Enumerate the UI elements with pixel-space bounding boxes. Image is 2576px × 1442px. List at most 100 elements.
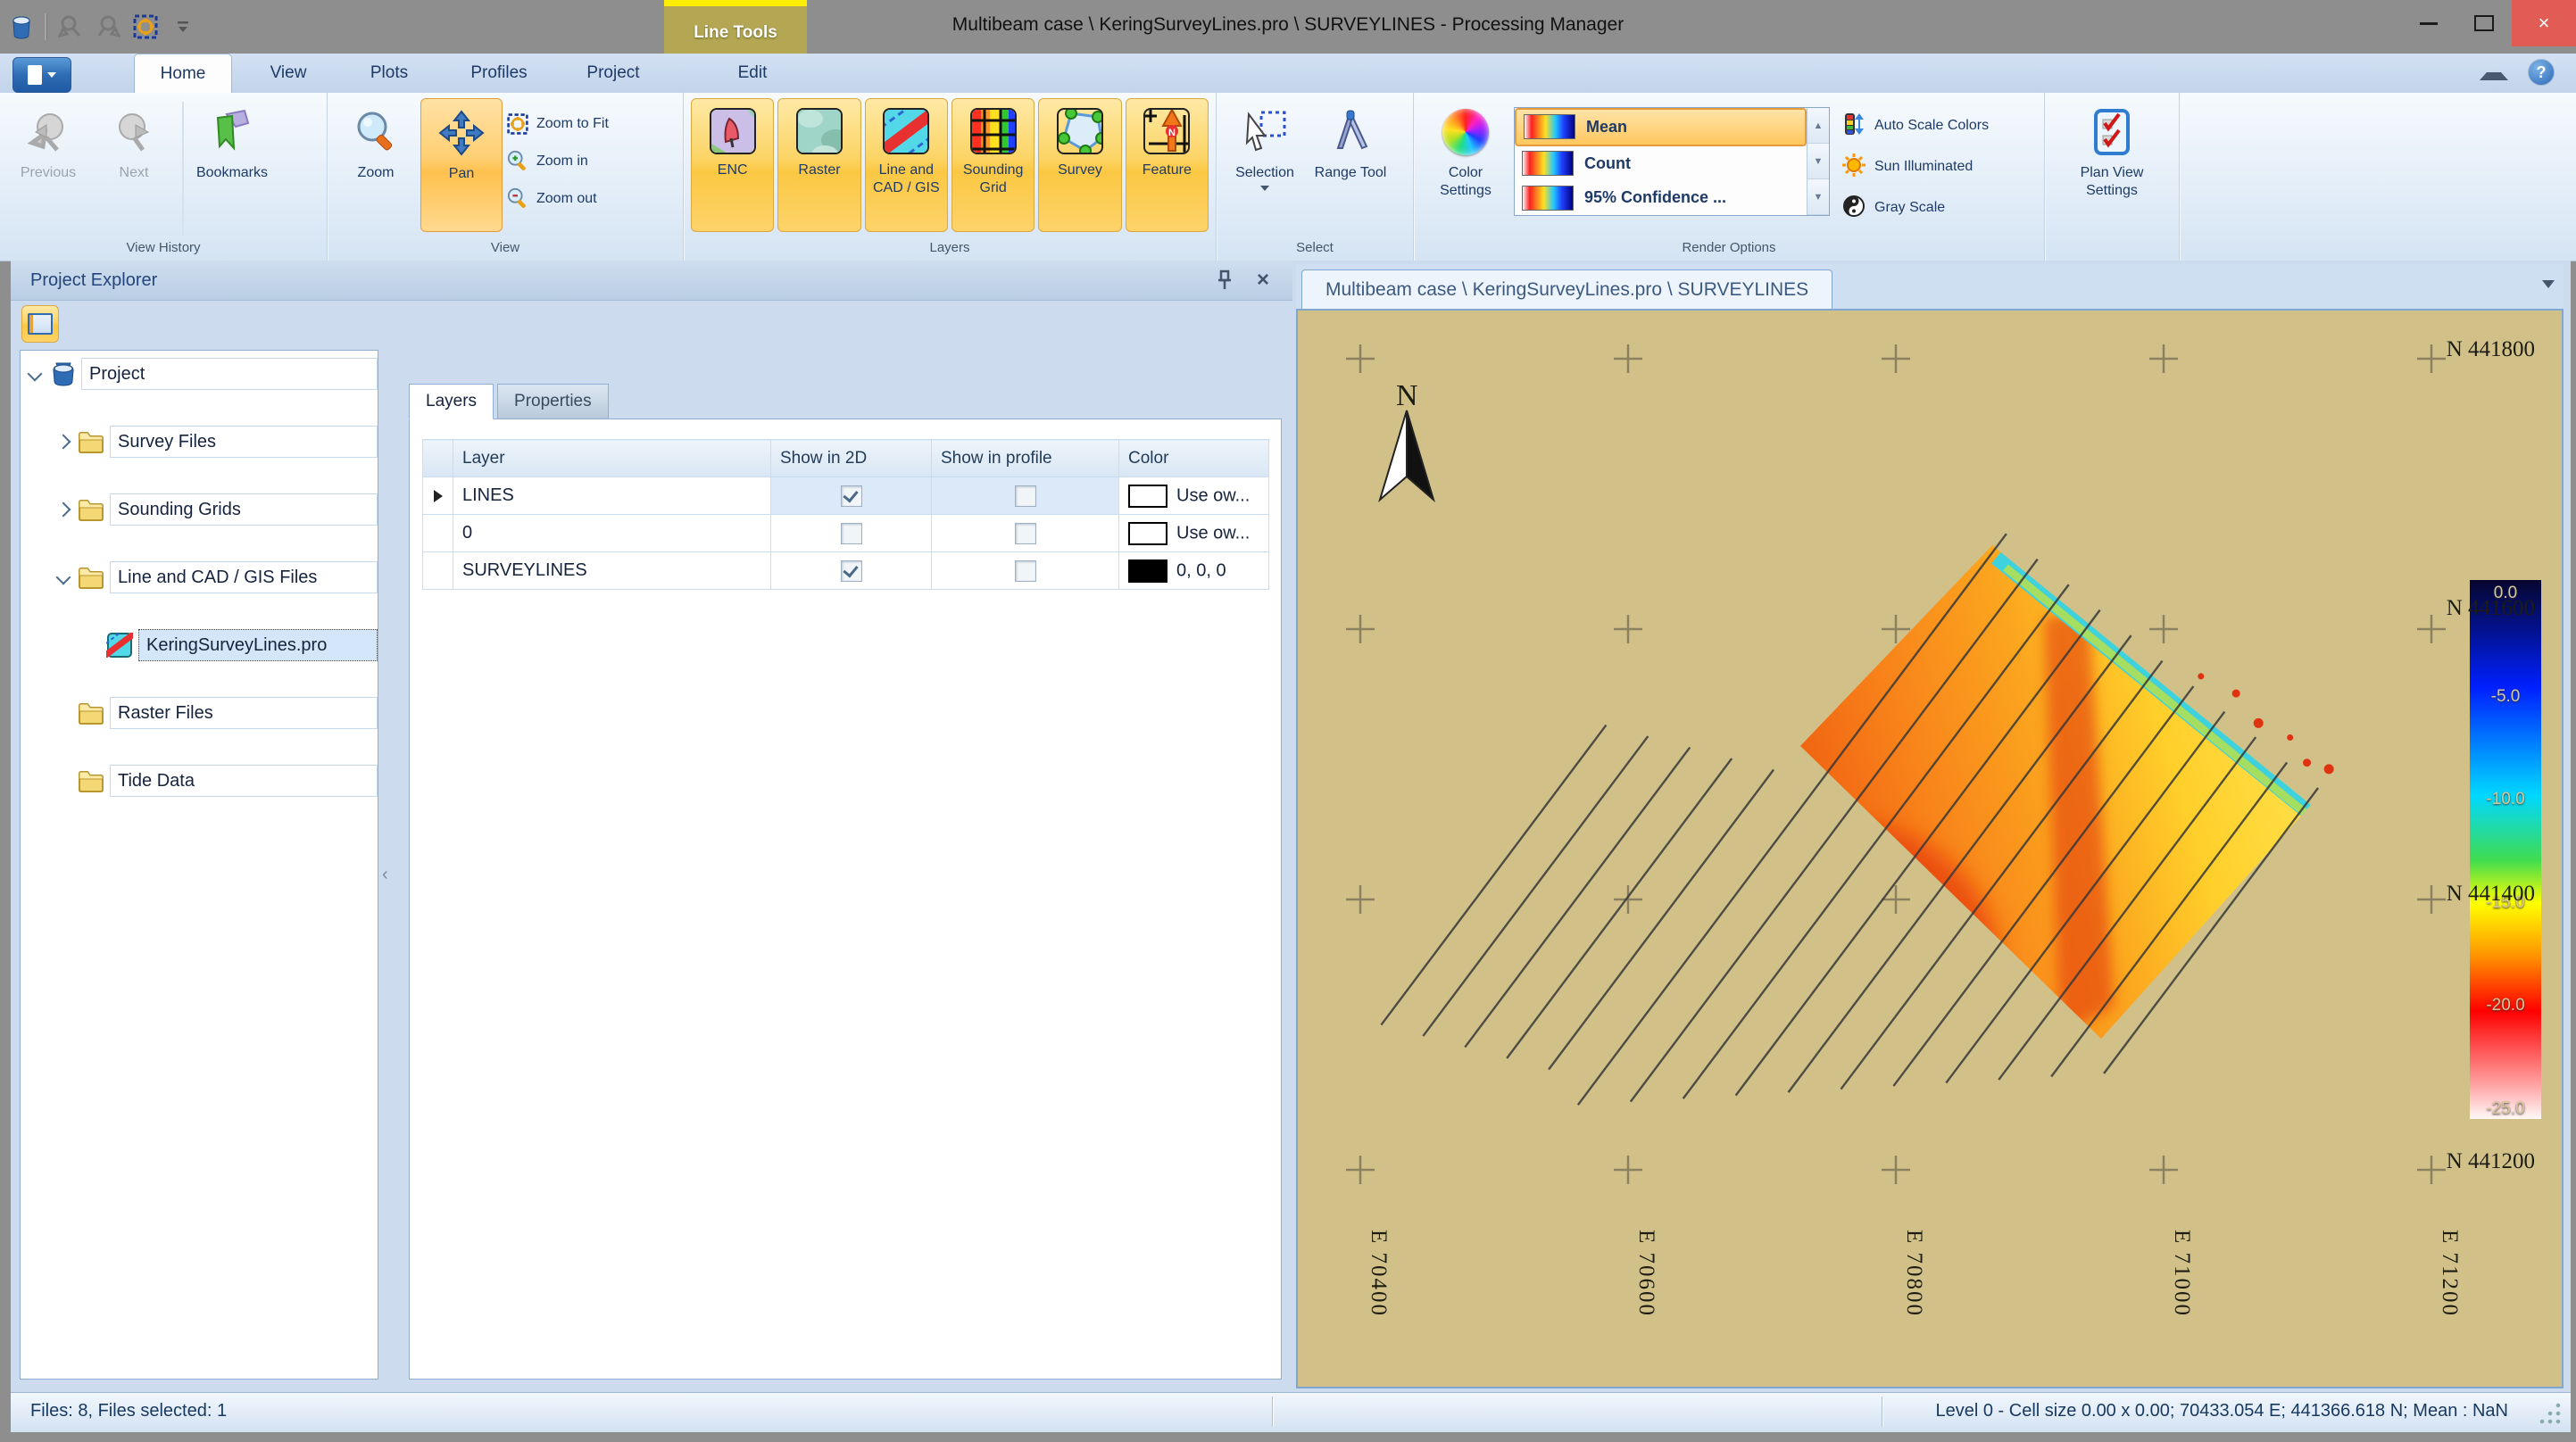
checkbox-icon[interactable] [841,523,862,544]
show-in-profile-cell[interactable] [932,515,1119,552]
close-panel-icon[interactable]: × [1257,268,1269,293]
resize-grip[interactable] [2539,1402,2562,1425]
checkbox-icon[interactable] [841,485,862,507]
tab-plots[interactable]: Plots [345,54,434,93]
chevron-right-icon[interactable] [56,435,71,450]
survey-layer-button[interactable]: Survey [1038,98,1121,232]
pan-button[interactable]: Pan [420,98,503,232]
color-cell[interactable]: 0, 0, 0 [1119,552,1269,590]
tab-properties[interactable]: Properties [497,384,609,419]
column-header-layer[interactable]: Layer [453,440,771,477]
color-settings-button[interactable]: Color Settings [1421,98,1510,232]
bookmarks-button[interactable]: Bookmarks [191,98,273,232]
show-in-2d-cell[interactable] [771,477,932,515]
application-menu-button[interactable] [12,57,71,93]
tab-home[interactable]: Home [134,54,232,93]
tree-item-project[interactable]: Project [21,358,378,392]
gallery-expand-icon[interactable]: ▼ [1807,179,1829,215]
svg-text:N: N [1396,379,1418,412]
chevron-down-icon[interactable] [56,570,71,585]
gallery-scrollbar: ▲ ▼ ▼ [1807,108,1829,215]
zoom-out-button[interactable]: Zoom out [506,184,609,214]
app-icon[interactable] [7,12,36,41]
tree-item-keringsurveylines-pro[interactable]: KeringSurveyLines.pro [21,629,378,663]
column-header-show-in-profile[interactable]: Show in profile [932,440,1119,477]
next-button[interactable]: Next [93,98,175,232]
range-tool-button[interactable]: Range Tool [1309,98,1392,232]
show-in-profile-cell[interactable] [932,477,1119,515]
color-cell[interactable]: Use ow... [1119,515,1269,552]
layer-name-cell[interactable]: LINES [453,477,771,515]
feature-layer-button[interactable]: NFeature [1126,98,1209,232]
zoom-to-fit-qat-icon[interactable] [131,12,160,41]
chevron-right-icon[interactable] [56,502,71,518]
ribbon-tabs: Home View Plots Profiles Project Edit [134,54,818,93]
folder-icon [78,565,104,590]
pin-icon[interactable] [1216,269,1234,291]
line-and-cad-gis-layer-button[interactable]: Line and CAD / GIS [865,98,948,232]
undo-zoom-icon[interactable] [56,12,85,41]
chevron-down-icon[interactable] [28,367,43,382]
tree-item-sounding-grids[interactable]: Sounding Grids [21,493,378,527]
map-view[interactable]: N 0.0-5.0-10.0-15.0-20.0-25.0 N 441800N … [1296,309,2564,1388]
tree-item-survey-files[interactable]: Survey Files [21,426,378,460]
gallery-scroll-down-icon[interactable]: ▼ [1807,144,1829,179]
qat-dropdown-icon[interactable] [169,12,197,41]
gray-scale-option[interactable]: Gray Scale [1842,191,1989,225]
collapse-ribbon-icon[interactable] [2480,64,2508,80]
column-header-color[interactable]: Color [1119,440,1269,477]
gallery-item-count[interactable]: Count [1515,146,1807,181]
gallery-scroll-up-icon[interactable]: ▲ [1807,108,1829,144]
tab-list-dropdown-icon[interactable] [2542,280,2555,288]
checkbox-icon[interactable] [1015,560,1036,582]
gallery-item-mean[interactable]: Mean [1515,108,1807,146]
color-cell[interactable]: Use ow... [1119,477,1269,515]
splitter-collapse-icon[interactable]: ‹ [382,849,393,899]
tree-item-tide-data[interactable]: Tide Data [21,765,378,799]
auto-scale-colors-option[interactable]: Auto Scale Colors [1842,109,1989,143]
feature-icon: N [1143,108,1190,154]
tab-project[interactable]: Project [564,54,662,93]
checkbox-icon[interactable] [1015,523,1036,544]
close-button[interactable]: × [2512,0,2576,46]
tree-item-line-and-cad-gis-files[interactable]: Line and CAD / GIS Files [21,561,378,595]
redo-zoom-icon[interactable] [94,12,122,41]
plan-view-settings-icon [2087,107,2137,157]
show-in-2d-cell[interactable] [771,515,932,552]
layer-name-cell[interactable]: 0 [453,515,771,552]
enc-layer-button[interactable]: ENC [691,98,774,232]
panel-view-button[interactable] [21,305,59,343]
zoom-to-fit-button[interactable]: Zoom to Fit [506,109,609,139]
zoom-in-button[interactable]: Zoom in [506,146,609,177]
easting-label: E 70600 [1633,1230,1658,1317]
tab-view[interactable]: View [245,54,332,93]
column-header-show-in-2d[interactable]: Show in 2D [771,440,932,477]
table-row[interactable]: LINES Use ow... [423,477,1269,515]
sounding-grid-layer-button[interactable]: Sounding Grid [951,98,1035,232]
zoom-button[interactable]: Zoom [335,98,417,232]
previous-button[interactable]: Previous [7,98,89,232]
tab-profiles[interactable]: Profiles [446,54,552,93]
selection-button[interactable]: Selection [1224,98,1306,232]
checkbox-icon[interactable] [1015,485,1036,507]
table-row[interactable]: 0 Use ow... [423,515,1269,552]
checkbox-icon[interactable] [841,560,862,582]
render-gallery: MeanCount95% Confidence ... ▲ ▼ ▼ [1514,107,1830,216]
minimize-button[interactable] [2401,0,2456,46]
show-in-profile-cell[interactable] [932,552,1119,590]
maximize-button[interactable] [2456,0,2512,46]
gallery-item-95-confidence[interactable]: 95% Confidence ... [1515,180,1807,215]
tab-edit[interactable]: Edit [700,54,805,93]
help-icon[interactable]: ? [2528,59,2555,86]
raster-layer-button[interactable]: Raster [777,98,860,232]
tab-layers[interactable]: Layers [409,384,494,419]
tree-item-raster-files[interactable]: Raster Files [21,697,378,731]
sun-illuminated-option[interactable]: Sun Illuminated [1842,150,1989,184]
plan-view-settings-button[interactable]: Plan View Settings [2071,98,2153,232]
easting-label: E 71000 [2169,1230,2194,1317]
layer-name-cell[interactable]: SURVEYLINES [453,552,771,590]
show-in-2d-cell[interactable] [771,552,932,590]
window-icon [28,313,53,335]
table-row[interactable]: SURVEYLINES 0, 0, 0 [423,552,1269,590]
map-document-tab[interactable]: Multibeam case \ KeringSurveyLines.pro \… [1301,269,1832,310]
